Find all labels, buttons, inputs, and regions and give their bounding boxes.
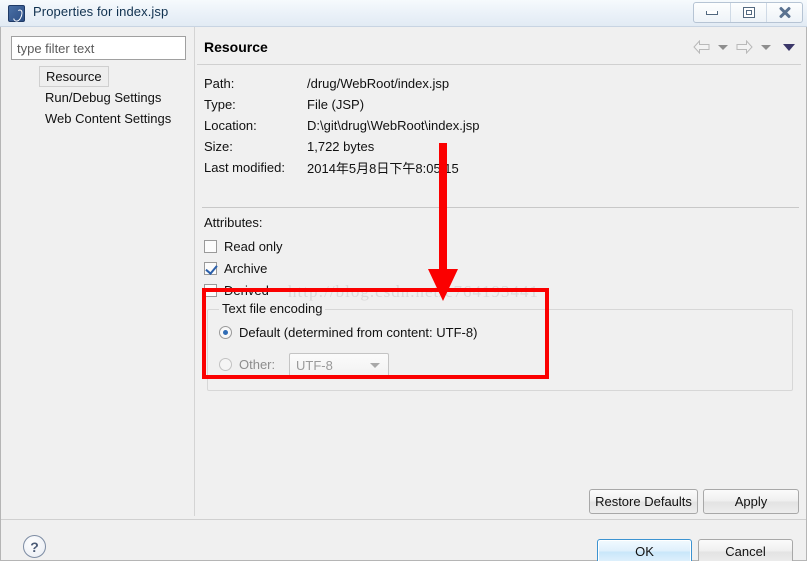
radio-label: Default (determined from content: UTF-8) [239, 325, 478, 340]
pane-divider [194, 27, 195, 516]
forward-arrow-icon[interactable] [736, 40, 753, 54]
details-separator [202, 207, 799, 208]
radio-other-encoding[interactable]: Other: UTF-8 [219, 353, 389, 377]
sidebar-item-run-debug-settings[interactable]: Run/Debug Settings [39, 87, 167, 108]
attributes-label: Attributes: [204, 215, 263, 230]
settings-tree-pane: Resource Run/Debug Settings Web Content … [8, 33, 193, 500]
text-file-encoding-group: Text file encoding Default (determined f… [207, 301, 793, 391]
cancel-button[interactable]: Cancel [698, 539, 793, 561]
checkbox-label: Read only [224, 238, 283, 254]
checkbox-icon [204, 283, 217, 297]
resource-details: Path: /drug/WebRoot/index.jsp Type: File… [204, 73, 794, 178]
sidebar-item-resource[interactable]: Resource [39, 66, 109, 87]
detail-label: Location: [204, 118, 257, 133]
detail-value: 1,722 bytes [307, 139, 375, 154]
attributes-section: Attributes: Read only Archive Derived [204, 215, 283, 301]
back-arrow-icon[interactable] [693, 40, 710, 54]
minimize-icon [706, 10, 718, 15]
eclipse-icon [8, 5, 25, 22]
radio-default-encoding[interactable]: Default (determined from content: UTF-8) [219, 325, 477, 340]
checkbox-label: Archive [224, 260, 268, 276]
detail-row-path: Path: /drug/WebRoot/index.jsp [204, 73, 794, 94]
detail-row-last-modified: Last modified: 2014年5月8日下午8:05:15 [204, 157, 794, 178]
detail-row-size: Size: 1,722 bytes [204, 136, 794, 157]
back-chevron-down-icon[interactable] [718, 44, 728, 50]
window-controls [693, 2, 803, 23]
settings-tree: Resource Run/Debug Settings Web Content … [11, 66, 186, 496]
page-title: Resource [204, 39, 268, 55]
detail-label: Size: [204, 139, 233, 154]
close-button[interactable] [766, 3, 802, 22]
tree-row: Run/Debug Settings [11, 87, 186, 108]
detail-value: /drug/WebRoot/index.jsp [307, 76, 450, 91]
maximize-button[interactable] [730, 3, 766, 22]
detail-label: Path: [204, 76, 235, 91]
view-menu-icon[interactable] [783, 43, 795, 51]
checkbox-checked-icon [204, 261, 217, 275]
resource-page: Resource Path: /drug/WebRoot/index.jsp T… [197, 27, 807, 516]
title-separator [197, 64, 801, 65]
radio-selected-icon [219, 326, 232, 339]
detail-label: Last modified: [204, 160, 285, 175]
title-bar[interactable]: Properties for index.jsp [0, 0, 807, 27]
checkbox-archive[interactable]: Archive [204, 257, 283, 279]
detail-value: D:\git\drug\WebRoot\index.jsp [307, 118, 480, 133]
properties-dialog-window: Properties for index.jsp Resource Run [0, 0, 807, 561]
checkbox-derived[interactable]: Derived [204, 279, 283, 301]
detail-row-location: Location: D:\git\drug\WebRoot\index.jsp [204, 115, 794, 136]
dialog-body: Resource Run/Debug Settings Web Content … [0, 27, 807, 561]
maximize-icon [742, 7, 755, 18]
radio-label: Other: [239, 357, 276, 372]
radio-unselected-icon [219, 358, 232, 371]
page-navigation [693, 40, 799, 54]
detail-row-type: Type: File (JSP) [204, 94, 794, 115]
group-title: Text file encoding [219, 301, 326, 316]
filter-input[interactable] [11, 36, 186, 60]
apply-button[interactable]: Apply [703, 489, 799, 514]
sidebar-item-web-content-settings[interactable]: Web Content Settings [39, 108, 177, 129]
detail-value: File (JSP) [307, 97, 365, 112]
checkbox-icon [204, 239, 217, 253]
checkbox-read-only[interactable]: Read only [204, 235, 283, 257]
window-title: Properties for index.jsp [33, 4, 169, 19]
ok-button[interactable]: OK [597, 539, 692, 561]
tree-row: Web Content Settings [11, 108, 186, 129]
minimize-button[interactable] [694, 3, 730, 22]
detail-value: 2014年5月8日下午8:05:15 [307, 161, 459, 176]
detail-label: Type: [204, 97, 236, 112]
encoding-select[interactable]: UTF-8 [289, 353, 389, 377]
footer-separator [1, 519, 806, 520]
help-icon[interactable]: ? [23, 535, 46, 558]
forward-chevron-down-icon[interactable] [761, 44, 771, 50]
checkbox-label: Derived [224, 282, 269, 298]
tree-row: Resource [11, 66, 186, 87]
chevron-down-icon [370, 363, 380, 368]
encoding-select-value: UTF-8 [296, 357, 333, 373]
restore-defaults-button[interactable]: Restore Defaults [589, 489, 698, 514]
close-icon [778, 6, 792, 19]
